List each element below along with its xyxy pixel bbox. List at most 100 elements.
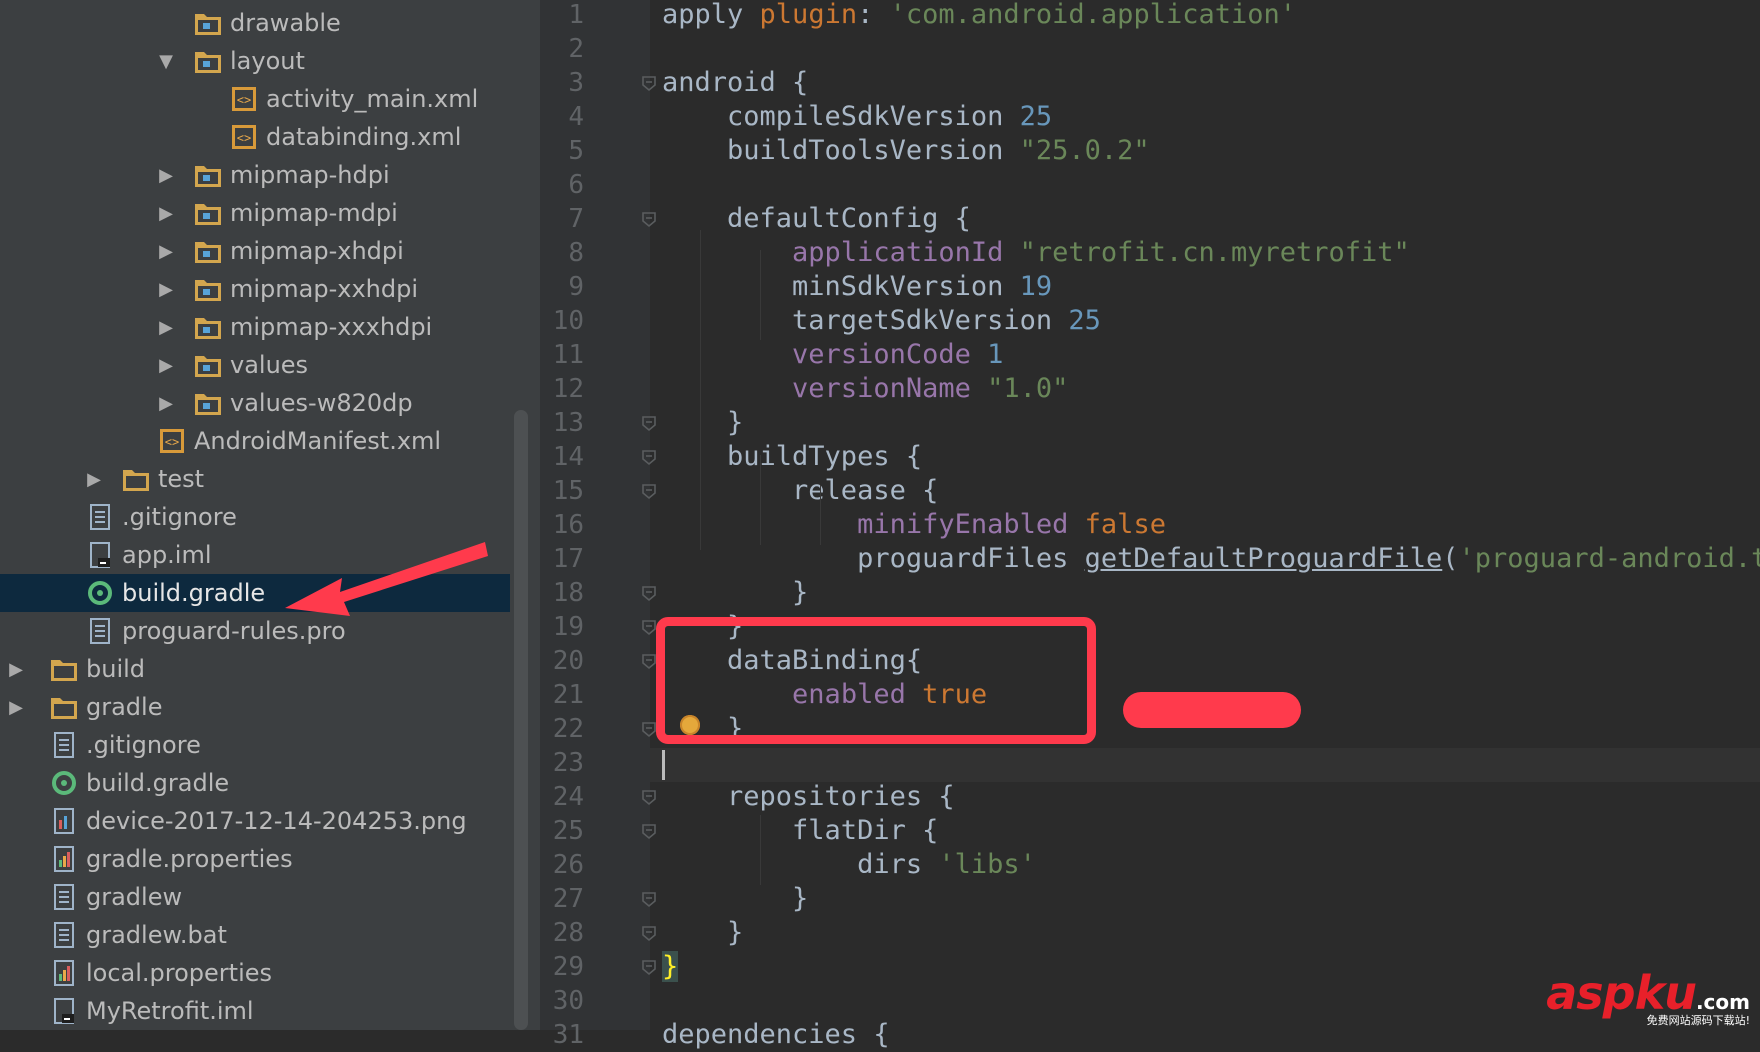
chevron-down-icon[interactable]: ▼ bbox=[156, 42, 176, 80]
fold-marker-icon[interactable] bbox=[640, 482, 658, 500]
text-file-icon bbox=[50, 884, 78, 910]
code-line: apply plugin: 'com.android.application' bbox=[662, 0, 1296, 32]
code-token: } bbox=[662, 917, 744, 948]
chevron-right-icon[interactable]: ▶ bbox=[156, 308, 176, 346]
tree-item[interactable]: ▶ mipmap-mdpi bbox=[0, 194, 510, 232]
code-token: repositories { bbox=[662, 781, 955, 812]
code-token: } bbox=[662, 951, 679, 982]
line-number: 1 bbox=[568, 0, 584, 30]
code-token: getDefaultProguardFile bbox=[1084, 543, 1443, 574]
code-token: 25 bbox=[1019, 101, 1053, 132]
line-number: 23 bbox=[552, 748, 584, 778]
fold-marker-icon[interactable] bbox=[640, 414, 658, 432]
tree-item[interactable]: <> databinding.xml bbox=[0, 118, 510, 156]
fold-marker-icon[interactable] bbox=[640, 448, 658, 466]
tree-scrollbar[interactable] bbox=[514, 410, 528, 1030]
code-token: flatDir { bbox=[662, 815, 939, 846]
tree-item-label: databinding.xml bbox=[266, 123, 462, 151]
line-number: 27 bbox=[552, 884, 584, 914]
tree-item[interactable]: ▼ layout bbox=[0, 42, 510, 80]
tree-item-label: activity_main.xml bbox=[266, 85, 479, 113]
tree-item[interactable]: ▶ mipmap-hdpi bbox=[0, 156, 510, 194]
fold-marker-icon[interactable] bbox=[640, 890, 658, 908]
tree-item[interactable]: ▶ values bbox=[0, 346, 510, 384]
chevron-right-icon[interactable]: ▶ bbox=[156, 384, 176, 422]
chevron-right-icon[interactable]: ▶ bbox=[156, 194, 176, 232]
code-line: buildToolsVersion "25.0.2" bbox=[662, 134, 1150, 168]
folder-res-icon bbox=[194, 10, 222, 36]
code-token: plugin bbox=[759, 0, 858, 30]
tree-item-label: mipmap-xxhdpi bbox=[230, 275, 419, 303]
folder-icon bbox=[50, 694, 78, 720]
tree-item[interactable]: drawable bbox=[0, 4, 510, 42]
line-number: 16 bbox=[552, 510, 584, 540]
tree-item[interactable]: ▶ mipmap-xxxhdpi bbox=[0, 308, 510, 346]
chevron-right-icon[interactable]: ▶ bbox=[156, 232, 176, 270]
tree-item[interactable]: build.gradle bbox=[0, 764, 510, 802]
tree-item[interactable]: local.properties bbox=[0, 954, 510, 992]
indent-guide bbox=[760, 250, 761, 340]
tree-item[interactable]: <> activity_main.xml bbox=[0, 80, 510, 118]
fold-marker-icon[interactable] bbox=[640, 210, 658, 228]
folder-icon bbox=[50, 656, 78, 682]
fold-marker-icon[interactable] bbox=[640, 788, 658, 806]
properties-file-icon bbox=[50, 960, 78, 986]
tree-item-label: device-2017-12-14-204253.png bbox=[86, 807, 467, 835]
tree-item-label: MyRetrofit.iml bbox=[86, 997, 254, 1025]
code-token: dependencies { bbox=[662, 1019, 890, 1050]
tree-item-label: values bbox=[230, 351, 309, 379]
chevron-right-icon[interactable]: ▶ bbox=[156, 346, 176, 384]
fold-marker-icon[interactable] bbox=[640, 822, 658, 840]
tree-item[interactable]: <> AndroidManifest.xml bbox=[0, 422, 510, 460]
code-token: defaultConfig { bbox=[662, 203, 971, 234]
chevron-right-icon[interactable]: ▶ bbox=[84, 460, 104, 498]
fold-marker-icon[interactable] bbox=[640, 584, 658, 602]
code-token: targetSdkVersion bbox=[662, 305, 1069, 336]
chevron-right-icon[interactable]: ▶ bbox=[6, 688, 26, 726]
tree-item-label: layout bbox=[230, 47, 305, 75]
code-line: release { bbox=[662, 474, 938, 508]
code-line: } bbox=[662, 882, 808, 916]
folder-res-icon bbox=[194, 48, 222, 74]
xml-file-icon: <> bbox=[230, 124, 258, 150]
tree-item[interactable]: ▶ mipmap-xxhdpi bbox=[0, 270, 510, 308]
chevron-right-icon[interactable]: ▶ bbox=[6, 650, 26, 688]
tree-item[interactable]: .gitignore bbox=[0, 726, 510, 764]
code-line: minSdkVersion 19 bbox=[662, 270, 1052, 304]
code-token: android { bbox=[662, 67, 809, 98]
line-number: 2 bbox=[568, 34, 584, 64]
line-number: 13 bbox=[552, 408, 584, 438]
tree-item-label: mipmap-xhdpi bbox=[230, 237, 404, 265]
tree-item[interactable]: gradlew bbox=[0, 878, 510, 916]
annotation-arrow-icon bbox=[285, 542, 488, 616]
chevron-right-icon[interactable]: ▶ bbox=[156, 156, 176, 194]
tree-item[interactable]: ▶ mipmap-xhdpi bbox=[0, 232, 510, 270]
fold-marker-icon[interactable] bbox=[640, 74, 658, 92]
tree-item-label: gradle bbox=[86, 693, 163, 721]
line-number: 5 bbox=[568, 136, 584, 166]
tree-item[interactable]: gradle.properties bbox=[0, 840, 510, 878]
code-token: false bbox=[1084, 509, 1166, 540]
tree-item[interactable]: ▶ values-w820dp bbox=[0, 384, 510, 422]
tree-item[interactable]: ▶ gradle bbox=[0, 688, 510, 726]
tree-item[interactable]: ▶ build bbox=[0, 650, 510, 688]
line-number: 20 bbox=[552, 646, 584, 676]
tree-item[interactable]: ▶ test bbox=[0, 460, 510, 498]
indent-guide bbox=[820, 485, 821, 545]
line-number: 12 bbox=[552, 374, 584, 404]
tree-item[interactable]: gradlew.bat bbox=[0, 916, 510, 954]
tree-item-label: AndroidManifest.xml bbox=[194, 427, 442, 455]
code-line: versionCode 1 bbox=[662, 338, 1003, 372]
tree-item[interactable]: device-2017-12-14-204253.png bbox=[0, 802, 510, 840]
fold-marker-icon[interactable] bbox=[640, 958, 658, 976]
tree-item[interactable]: MyRetrofit.iml bbox=[0, 992, 510, 1030]
iml-file-icon bbox=[50, 998, 78, 1024]
fold-marker-icon[interactable] bbox=[640, 924, 658, 942]
chevron-right-icon[interactable]: ▶ bbox=[156, 270, 176, 308]
code-token: minSdkVersion bbox=[662, 271, 1020, 302]
code-token: 'com.android.application' bbox=[889, 0, 1296, 30]
lightbulb-icon[interactable] bbox=[680, 715, 700, 735]
